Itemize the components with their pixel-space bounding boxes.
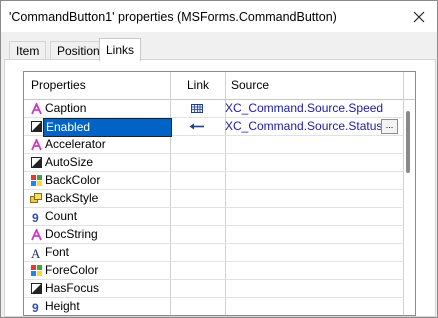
vertical-scrollbar[interactable] bbox=[404, 100, 414, 314]
svg-text:A: A bbox=[31, 247, 41, 259]
link-grid-icon[interactable] bbox=[170, 100, 223, 117]
svg-text:9: 9 bbox=[32, 211, 39, 223]
window-title: 'CommandButton1' properties (MSForms.Com… bbox=[9, 10, 337, 24]
link-arrow-icon[interactable] bbox=[170, 118, 223, 135]
grid-row-docstring[interactable]: DocString bbox=[24, 226, 404, 244]
link-cell[interactable] bbox=[170, 280, 223, 297]
property-name[interactable]: Count bbox=[45, 208, 169, 225]
color-icon bbox=[30, 264, 42, 277]
grid-row-hasfocus[interactable]: HasFocus bbox=[24, 280, 404, 298]
header-source[interactable]: Source bbox=[231, 72, 269, 99]
boolean-icon bbox=[30, 120, 42, 133]
link-cell[interactable] bbox=[170, 190, 223, 207]
grid-row-backcolor[interactable]: BackColor bbox=[24, 172, 404, 190]
style-icon bbox=[30, 192, 42, 205]
text-a-icon bbox=[30, 138, 42, 151]
header-link[interactable]: Link bbox=[187, 72, 209, 99]
link-cell[interactable] bbox=[170, 226, 223, 243]
boolean-icon bbox=[30, 282, 42, 295]
property-name[interactable]: DocString bbox=[45, 226, 169, 243]
link-cell[interactable] bbox=[170, 136, 223, 153]
link-cell[interactable] bbox=[170, 262, 223, 279]
link-cell[interactable] bbox=[170, 154, 223, 171]
boolean-icon bbox=[30, 156, 42, 169]
number-icon: 9 bbox=[30, 210, 42, 223]
tab-item[interactable]: Item bbox=[9, 41, 47, 60]
grid-row-enabled[interactable]: Enabled XC_Command.Source.Status... bbox=[24, 118, 404, 137]
grid-row-accelerator[interactable]: Accelerator bbox=[24, 136, 404, 154]
tab-links[interactable]: Links bbox=[99, 38, 142, 61]
links-panel: Properties Link Source Caption XC_Command… bbox=[4, 59, 436, 317]
property-name[interactable]: Enabled bbox=[43, 118, 172, 137]
properties-dialog: 'CommandButton1' properties (MSForms.Com… bbox=[0, 0, 438, 318]
property-name[interactable]: ForeColor bbox=[45, 262, 169, 279]
header-properties[interactable]: Properties bbox=[31, 72, 86, 99]
link-cell[interactable] bbox=[170, 208, 223, 225]
grid-row-count[interactable]: 9 Count bbox=[24, 208, 404, 226]
link-cell[interactable] bbox=[170, 172, 223, 189]
text-a-icon bbox=[30, 102, 42, 115]
color-icon bbox=[30, 174, 42, 187]
property-name[interactable]: Accelerator bbox=[45, 136, 169, 153]
source-value[interactable]: XC_Command.Source.Speed bbox=[225, 100, 383, 117]
grid-row-caption[interactable]: Caption XC_Command.Source.Speed bbox=[24, 100, 404, 118]
property-name[interactable]: BackColor bbox=[45, 172, 169, 189]
svg-text:9: 9 bbox=[32, 301, 39, 313]
grid-row-font[interactable]: A Font bbox=[24, 244, 404, 262]
property-name[interactable]: Height bbox=[45, 298, 169, 315]
property-name[interactable]: HasFocus bbox=[45, 280, 169, 297]
grid-row-autosize[interactable]: AutoSize bbox=[24, 154, 404, 172]
tab-strip: Item Position Links bbox=[1, 32, 437, 61]
property-name[interactable]: Caption bbox=[45, 100, 169, 117]
source-value[interactable]: XC_Command.Source.Status bbox=[225, 118, 382, 135]
close-icon bbox=[413, 11, 425, 22]
scrollbar-thumb[interactable] bbox=[406, 111, 410, 173]
grid-row-backstyle[interactable]: BackStyle bbox=[24, 190, 404, 208]
title-bar: 'CommandButton1' properties (MSForms.Com… bbox=[1, 1, 437, 32]
property-name[interactable]: BackStyle bbox=[45, 190, 169, 207]
grid-row-forecolor[interactable]: ForeColor bbox=[24, 262, 404, 280]
number-icon: 9 bbox=[30, 300, 42, 313]
close-button[interactable] bbox=[401, 1, 437, 32]
property-name[interactable]: Font bbox=[45, 244, 169, 261]
link-cell[interactable] bbox=[170, 298, 223, 315]
link-cell[interactable] bbox=[170, 244, 223, 261]
grid-header: Properties Link Source bbox=[24, 72, 415, 100]
browse-source-button[interactable]: ... bbox=[381, 119, 398, 134]
font-icon: A bbox=[30, 246, 42, 259]
text-a-icon bbox=[30, 228, 42, 241]
links-grid: Properties Link Source Caption XC_Command… bbox=[23, 71, 416, 316]
grid-row-height[interactable]: 9 Height bbox=[24, 298, 404, 315]
property-name[interactable]: AutoSize bbox=[45, 154, 169, 171]
